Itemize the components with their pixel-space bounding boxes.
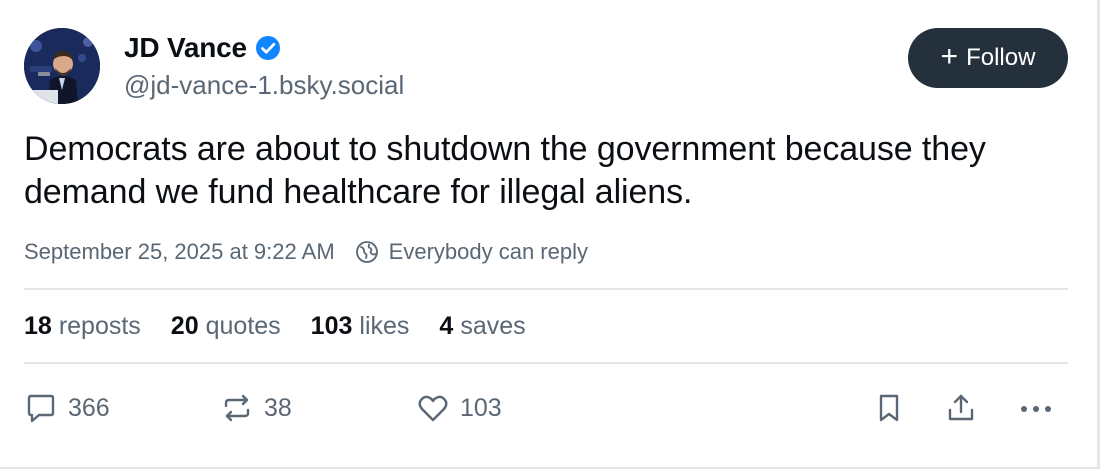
stat-label: likes bbox=[359, 311, 410, 340]
engagement-stats: 18 reposts 20 quotes 103 likes 4 saves bbox=[24, 308, 556, 344]
share-button[interactable] bbox=[944, 386, 978, 430]
more-options-button[interactable] bbox=[1016, 386, 1056, 430]
stat-saves[interactable]: 4 saves bbox=[439, 312, 525, 341]
follow-button-label: Follow bbox=[966, 44, 1036, 71]
stat-count: 4 bbox=[439, 311, 454, 340]
share-icon bbox=[944, 391, 978, 425]
reply-button[interactable]: 366 bbox=[24, 386, 110, 430]
post-actions: 366 38 103 bbox=[0, 386, 1100, 430]
bookmark-icon bbox=[872, 391, 906, 425]
stat-quotes[interactable]: 20 quotes bbox=[171, 312, 281, 341]
verified-check-icon[interactable] bbox=[255, 35, 281, 61]
avatar-image bbox=[24, 28, 100, 104]
repost-count: 38 bbox=[264, 393, 292, 422]
globe-icon bbox=[355, 240, 379, 264]
stat-label: reposts bbox=[58, 311, 141, 340]
post-text: Democrats are about to shutdown the gove… bbox=[24, 130, 986, 211]
more-dots-icon bbox=[1016, 391, 1056, 425]
divider bbox=[24, 288, 1068, 290]
stat-reposts[interactable]: 18 reposts bbox=[24, 312, 141, 341]
stat-likes[interactable]: 103 likes bbox=[311, 312, 410, 341]
author-display-name[interactable]: JD Vance bbox=[124, 32, 247, 64]
stat-label: quotes bbox=[205, 311, 281, 340]
stat-count: 103 bbox=[310, 311, 353, 340]
reply-count: 366 bbox=[68, 393, 110, 422]
post-thread-item: JD Vance @jd-vance-1.bsky.social + Follo… bbox=[0, 0, 1100, 469]
stat-count: 20 bbox=[170, 311, 199, 340]
plus-icon: + bbox=[940, 39, 959, 73]
repost-icon bbox=[220, 391, 254, 425]
author-handle[interactable]: @jd-vance-1.bsky.social bbox=[124, 70, 404, 101]
divider bbox=[24, 362, 1068, 364]
post-timestamp[interactable]: September 25, 2025 at 9:22 AM bbox=[24, 239, 335, 265]
save-button[interactable] bbox=[872, 386, 906, 430]
reply-setting[interactable]: Everybody can reply bbox=[389, 239, 588, 265]
author-name-row: JD Vance bbox=[124, 30, 281, 66]
repost-button[interactable]: 38 bbox=[220, 386, 292, 430]
avatar[interactable] bbox=[24, 28, 100, 104]
stat-label: saves bbox=[460, 311, 526, 340]
follow-button[interactable]: + Follow bbox=[908, 28, 1068, 88]
post-meta: September 25, 2025 at 9:22 AM Everybody … bbox=[24, 236, 588, 268]
reply-icon bbox=[24, 391, 58, 425]
heart-icon bbox=[416, 391, 450, 425]
like-button[interactable]: 103 bbox=[416, 386, 502, 430]
like-count: 103 bbox=[460, 393, 502, 422]
stat-count: 18 bbox=[24, 311, 52, 340]
